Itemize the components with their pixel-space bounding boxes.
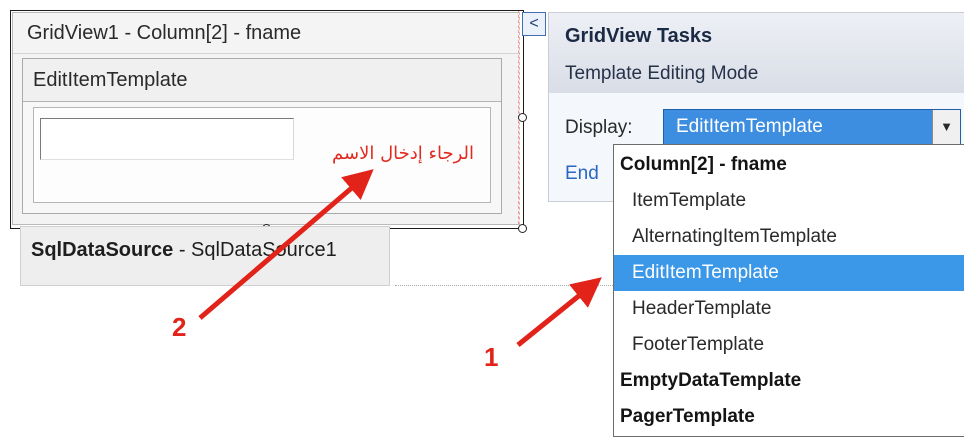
annotation-label-1: 1 bbox=[484, 342, 499, 372]
annotation-arrow-2 bbox=[198, 169, 374, 320]
annotation-arrow-1 bbox=[516, 277, 602, 347]
annotation-label-2: 2 bbox=[172, 312, 187, 342]
annotation-arrows bbox=[198, 169, 602, 347]
